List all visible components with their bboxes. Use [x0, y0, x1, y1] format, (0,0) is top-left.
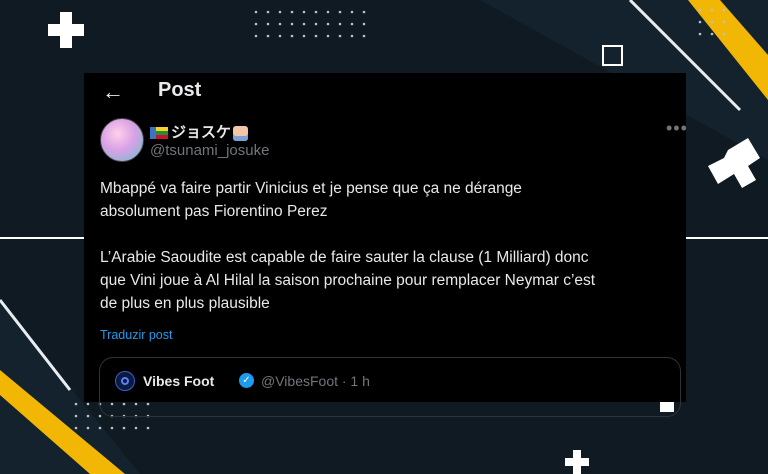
- author-handle[interactable]: @tsunami_josuke: [150, 142, 269, 159]
- avatar[interactable]: [100, 118, 144, 162]
- flag-icon: [150, 127, 168, 140]
- quoted-author-handle[interactable]: @VibesFoot · 1 h: [261, 373, 370, 389]
- author-name-text: ジョスケ: [171, 124, 232, 141]
- post-text: Mbappé va faire partir Vinicius et je pe…: [100, 180, 596, 312]
- quoted-author-name[interactable]: Vibes Foot: [143, 373, 214, 389]
- verified-badge-icon: ✓: [239, 373, 254, 388]
- emoji-icon: [233, 125, 249, 141]
- quoted-avatar[interactable]: [115, 371, 135, 391]
- more-options-icon[interactable]: •••: [666, 118, 688, 139]
- post-card: ← Post ジョスケ @tsunami_josuke ••• Mbappé v…: [84, 73, 688, 417]
- page-title: Post: [158, 79, 202, 101]
- author-name[interactable]: ジョスケ: [150, 121, 249, 142]
- translate-link[interactable]: Traduzir post: [100, 328, 172, 342]
- back-arrow-icon[interactable]: ←: [102, 79, 124, 105]
- post-header: ← Post: [84, 73, 686, 109]
- quoted-post[interactable]: Vibes Foot ✓ @VibesFoot · 1 h: [99, 357, 681, 417]
